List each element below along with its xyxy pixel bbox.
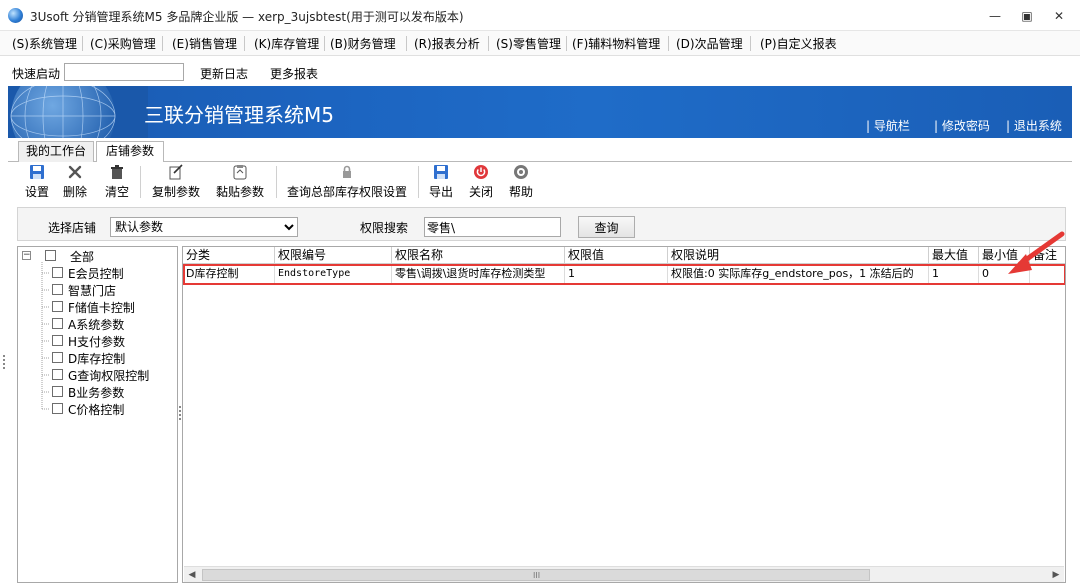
tree-item-checkbox[interactable] [52, 284, 63, 295]
tree-item-checkbox[interactable] [52, 335, 63, 346]
trash-icon [111, 165, 123, 179]
tree-root-label[interactable]: 全部 [70, 248, 94, 265]
menu-retail[interactable]: (S)零售管理 [496, 35, 561, 52]
nav-bar-link[interactable]: | 导航栏 [866, 117, 910, 134]
left-edge-grip[interactable] [2, 355, 6, 371]
close-tab-button[interactable]: 关闭 [466, 164, 496, 202]
export-icon [434, 165, 448, 179]
tab-strip: 我的工作台 店铺参数 [8, 138, 1072, 163]
clear-button[interactable]: 清空 [102, 164, 132, 202]
minimize-button[interactable]: — [982, 6, 1008, 26]
grid-header: 分类 权限编号 权限名称 权限值 权限说明 最大值 最小值 备注 [183, 247, 1065, 264]
tree-item-checkbox[interactable] [52, 403, 63, 414]
menu-bar: (S)系统管理 (C)采购管理 (E)销售管理 (K)库存管理 (B)财务管理 … [0, 31, 1080, 56]
paste-icon [233, 165, 247, 180]
copy-icon [169, 164, 183, 180]
tree-collapse-toggle[interactable]: − [22, 251, 31, 260]
menu-finance[interactable]: (B)财务管理 [330, 35, 396, 52]
set-button[interactable]: 设置 [22, 164, 52, 202]
column-header-max-value[interactable]: 最大值 [929, 247, 979, 264]
column-header-permission-code[interactable]: 权限编号 [275, 247, 392, 264]
quick-launch-input[interactable] [64, 63, 184, 81]
tree-root-checkbox[interactable] [45, 250, 56, 261]
save-icon [30, 165, 44, 179]
tree-item-checkbox[interactable] [52, 386, 63, 397]
permission-search-label: 权限搜索 [360, 221, 409, 235]
tree-item-stored-value-card[interactable]: F储值卡控制 [68, 299, 135, 316]
permission-grid: 分类 权限编号 权限名称 权限值 权限说明 最大值 最小值 备注 D库存控制 E… [182, 246, 1066, 583]
row-highlight-box [183, 264, 1065, 285]
more-reports-link[interactable]: 更多报表 [270, 65, 318, 82]
app-icon [8, 8, 23, 23]
menu-purchase[interactable]: (C)采购管理 [90, 35, 156, 52]
lock-icon [343, 165, 351, 178]
maximize-button[interactable]: ▣ [1014, 6, 1040, 26]
paste-params-button[interactable]: 黏贴参数 [212, 164, 268, 202]
scroll-right-arrow-icon[interactable]: ▶ [1048, 567, 1064, 583]
help-icon [514, 165, 528, 179]
column-header-permission-value[interactable]: 权限值 [565, 247, 668, 264]
filter-panel: 选择店铺 默认参数 权限搜索 查询 [17, 207, 1066, 241]
scrollbar-thumb[interactable]: III [202, 569, 870, 581]
menu-inventory[interactable]: (K)库存管理 [254, 35, 319, 52]
tree-item-payment-params[interactable]: H支付参数 [68, 333, 125, 350]
red-annotation-arrow-icon [1008, 231, 1065, 274]
globe-graphic [8, 86, 148, 138]
column-header-category[interactable]: 分类 [183, 247, 275, 264]
menu-system[interactable]: (S)系统管理 [12, 35, 77, 52]
banner-title: 三联分销管理系统M5 [144, 103, 334, 127]
menu-defects[interactable]: (D)次品管理 [676, 35, 743, 52]
category-tree: − 全部 E会员控制 智慧门店 F储值卡控制 A系统参数 H支付参数 D库存控制… [17, 246, 178, 583]
tree-item-checkbox[interactable] [52, 301, 63, 312]
tree-item-checkbox[interactable] [52, 267, 63, 278]
permission-search-input[interactable] [424, 217, 561, 237]
menu-sales[interactable]: (E)销售管理 [172, 35, 237, 52]
tree-item-checkbox[interactable] [52, 318, 63, 329]
power-icon [474, 165, 488, 179]
tree-item-query-permission[interactable]: G查询权限控制 [68, 367, 149, 384]
scroll-left-arrow-icon[interactable]: ◀ [184, 567, 200, 583]
hq-inventory-permission-button[interactable]: 查询总部库存权限设置 [284, 164, 410, 202]
export-button[interactable]: 导出 [426, 164, 456, 202]
logout-link[interactable]: | 退出系统 [1006, 117, 1062, 134]
title-bar: 3Usoft 分销管理系统M5 多品牌企业版 — xerp_3ujsbtest(… [0, 0, 1080, 31]
tree-item-price-control[interactable]: C价格控制 [68, 401, 124, 418]
window-title: 3Usoft 分销管理系统M5 多品牌企业版 — xerp_3ujsbtest(… [30, 10, 464, 24]
tab-workbench[interactable]: 我的工作台 [18, 141, 94, 162]
changelog-link[interactable]: 更新日志 [200, 65, 248, 82]
tab-store-params[interactable]: 店铺参数 [96, 141, 164, 163]
help-button[interactable]: 帮助 [506, 164, 536, 202]
tree-item-checkbox[interactable] [52, 369, 63, 380]
delete-button[interactable]: 删除 [60, 164, 90, 202]
store-select-label: 选择店铺 [48, 221, 97, 235]
tree-item-smart-store[interactable]: 智慧门店 [68, 282, 116, 299]
column-header-permission-description[interactable]: 权限说明 [668, 247, 929, 264]
quick-launch-bar: 快速启动 更新日志 更多报表 [0, 56, 1080, 86]
tree-item-business-params[interactable]: B业务参数 [68, 384, 124, 401]
quick-launch-label: 快速启动 [12, 67, 61, 81]
tree-item-system-params[interactable]: A系统参数 [68, 316, 124, 333]
tree-item-checkbox[interactable] [52, 352, 63, 363]
toolbar: 设置 删除 清空 复制参数 黏贴参数 查询总部库存权限设置 导出 关闭 帮助 [8, 162, 1072, 204]
tree-item-member-control[interactable]: E会员控制 [68, 265, 124, 282]
copy-params-button[interactable]: 复制参数 [148, 164, 204, 202]
change-password-link[interactable]: | 修改密码 [934, 117, 990, 134]
menu-materials[interactable]: (F)辅料物料管理 [572, 35, 660, 52]
tree-item-inventory-control[interactable]: D库存控制 [68, 350, 125, 367]
store-select[interactable]: 默认参数 [110, 217, 298, 237]
column-header-permission-name[interactable]: 权限名称 [392, 247, 565, 264]
menu-custom-reports[interactable]: (P)自定义报表 [760, 35, 837, 52]
app-banner: 三联分销管理系统M5 | 导航栏 | 修改密码 | 退出系统 [8, 86, 1072, 138]
delete-icon [68, 165, 82, 179]
query-button[interactable]: 查询 [578, 216, 635, 238]
menu-reports[interactable]: (R)报表分析 [414, 35, 480, 52]
grid-horizontal-scrollbar[interactable]: ◀ III ▶ [184, 566, 1064, 582]
close-button[interactable]: ✕ [1046, 6, 1072, 26]
